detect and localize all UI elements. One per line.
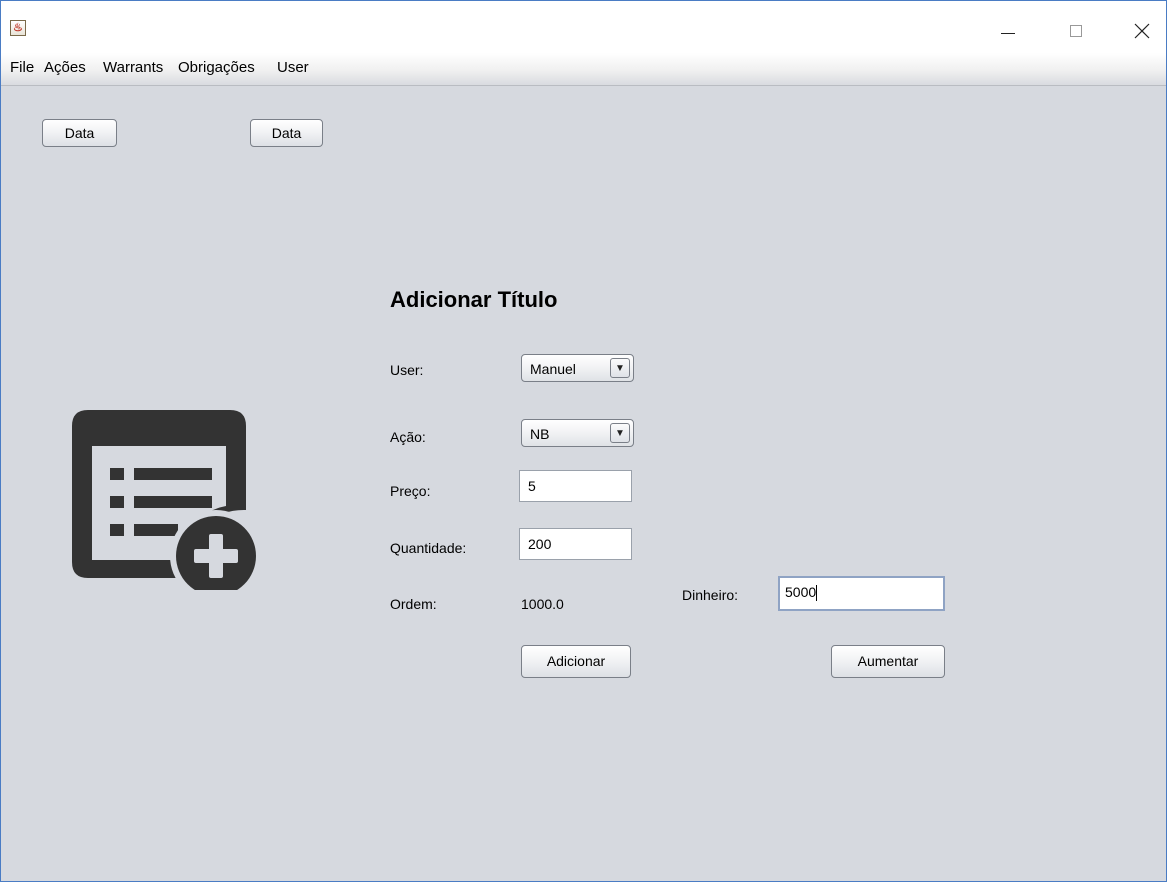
title-bar: ♨ bbox=[1, 1, 1166, 53]
menu-obrigacoes[interactable]: Obrigações bbox=[178, 58, 255, 78]
add-list-document-icon bbox=[72, 410, 262, 590]
maximize-icon bbox=[1070, 25, 1082, 37]
aumentar-button[interactable]: Aumentar bbox=[831, 645, 945, 678]
minimize-icon bbox=[1001, 32, 1015, 34]
menu-user[interactable]: User bbox=[277, 58, 309, 78]
quantidade-label: Quantidade: bbox=[390, 540, 467, 556]
menu-warrants[interactable]: Warrants bbox=[103, 58, 163, 78]
maximize-button[interactable] bbox=[1053, 13, 1099, 43]
acao-combobox[interactable]: NB ▼ bbox=[521, 419, 634, 447]
close-button[interactable] bbox=[1119, 13, 1165, 43]
quantidade-field[interactable]: 200 bbox=[519, 528, 632, 560]
java-app-icon: ♨ bbox=[10, 20, 26, 36]
adicionar-button[interactable]: Adicionar bbox=[521, 645, 631, 678]
data-button-left[interactable]: Data bbox=[42, 119, 117, 147]
chevron-down-icon[interactable]: ▼ bbox=[610, 358, 630, 378]
user-combobox[interactable]: Manuel ▼ bbox=[521, 354, 634, 382]
preco-field[interactable]: 5 bbox=[519, 470, 632, 502]
menu-acoes[interactable]: Ações bbox=[44, 58, 86, 78]
menu-bar: File Ações Warrants Obrigações User bbox=[1, 53, 1166, 86]
close-icon bbox=[1134, 23, 1150, 39]
text-caret bbox=[816, 585, 818, 602]
acao-label: Ação: bbox=[390, 429, 426, 445]
ordem-label: Ordem: bbox=[390, 596, 437, 612]
user-label: User: bbox=[390, 362, 424, 378]
acao-combobox-value: NB bbox=[530, 426, 550, 442]
dinheiro-label: Dinheiro: bbox=[682, 587, 739, 603]
data-button-right[interactable]: Data bbox=[250, 119, 323, 147]
preco-label: Preço: bbox=[390, 483, 431, 499]
chevron-down-icon[interactable]: ▼ bbox=[610, 423, 630, 443]
user-combobox-value: Manuel bbox=[530, 361, 576, 377]
dinheiro-field-value: 5000 bbox=[785, 584, 817, 600]
ordem-value: 1000.0 bbox=[521, 596, 564, 612]
dinheiro-field[interactable]: 5000 bbox=[778, 576, 945, 611]
menu-file[interactable]: File bbox=[10, 58, 34, 78]
minimize-button[interactable] bbox=[985, 13, 1031, 43]
application-window: ♨ File Ações Warrants Obrigações User Da… bbox=[0, 0, 1167, 882]
form-title: Adicionar Título bbox=[390, 287, 558, 312]
